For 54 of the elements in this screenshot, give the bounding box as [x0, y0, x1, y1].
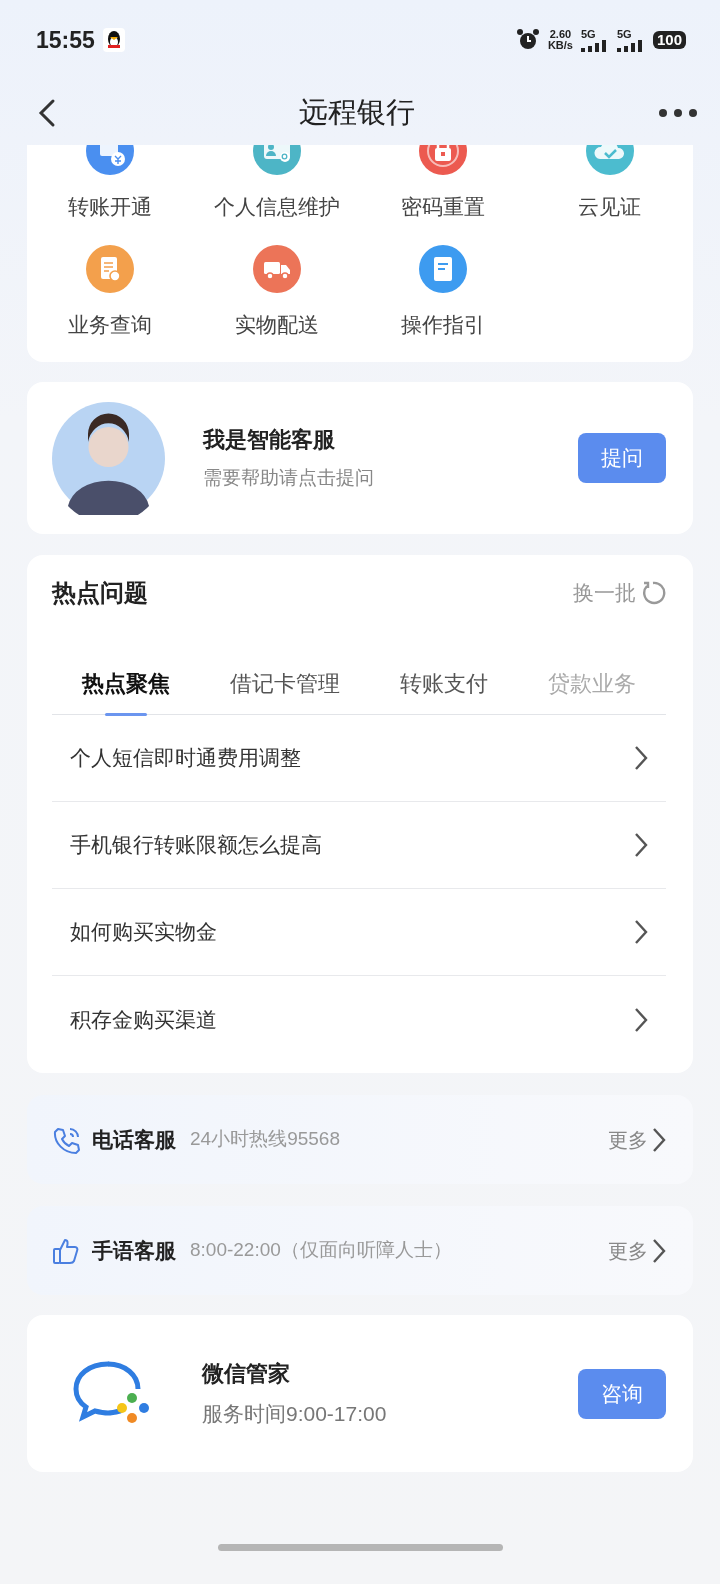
category-tab[interactable]: 借记卡管理	[230, 667, 340, 714]
assistant-subtitle: 需要帮助请点击提问	[203, 466, 375, 491]
contact-detail: 24小时热线95568	[190, 1127, 341, 1152]
battery-indicator: 100	[652, 30, 686, 50]
back-icon[interactable]	[38, 97, 56, 128]
refresh-icon	[640, 580, 666, 606]
section-title: 热点问题	[52, 578, 148, 608]
question-text: 如何购买实物金	[70, 919, 217, 946]
category-tab[interactable]: 转账支付	[400, 667, 488, 714]
network-type: 5G	[580, 28, 597, 40]
service-icon[interactable]	[86, 145, 135, 175]
chevron-icon	[652, 1126, 666, 1153]
service-icon[interactable]	[86, 244, 135, 293]
chevron-icon	[634, 919, 648, 945]
question-item[interactable]: 如何购买实物金	[52, 889, 666, 976]
service-icon[interactable]	[419, 145, 468, 175]
chevron-icon	[634, 832, 648, 858]
network-type: 5G	[616, 28, 633, 40]
chevron-icon	[634, 1006, 648, 1033]
status-time: 15:55	[36, 25, 95, 55]
wechat-title: 微信管家	[202, 1360, 291, 1389]
signal-icon	[616, 39, 645, 52]
question-item[interactable]: 积存金购买渠道	[52, 976, 666, 1063]
contact-detail: 8:00-22:00（仅面向听障人士）	[190, 1238, 453, 1263]
service-label[interactable]: 密码重置	[401, 191, 486, 223]
category-tab[interactable]: 热点聚焦	[82, 667, 170, 714]
service-hours: 服务时间9:00-17:00	[202, 1401, 388, 1428]
question-text: 积存金购买渠道	[70, 1006, 217, 1033]
service-label[interactable]: 个人信息维护	[213, 191, 340, 223]
service-label[interactable]: 操作指引	[401, 308, 486, 340]
question-item[interactable]: 手机银行转账限额怎么提高	[52, 802, 666, 889]
chevron-icon	[652, 1237, 666, 1264]
chevron-icon	[634, 745, 648, 771]
service-label[interactable]: 实物配送	[234, 308, 319, 340]
service-icon[interactable]	[419, 244, 468, 293]
service-icon[interactable]	[252, 145, 301, 175]
page-title: 远程银行	[299, 94, 415, 130]
network-speed: 2.60	[549, 29, 572, 40]
speed-unit: KB/s	[547, 40, 573, 51]
assistant-title: 我是智能客服	[203, 426, 336, 455]
service-label[interactable]: 业务查询	[68, 308, 153, 340]
service-label[interactable]: 转账开通	[68, 191, 153, 223]
contact-title: 电话客服	[92, 1126, 176, 1153]
question-item[interactable]: 个人短信即时通费用调整	[52, 715, 666, 802]
question-text: 手机银行转账限额怎么提高	[70, 832, 322, 859]
contact-title: 手语客服	[92, 1237, 176, 1264]
signal-icon	[580, 39, 609, 52]
service-label[interactable]: 云见证	[578, 191, 642, 223]
more-icon[interactable]	[658, 107, 698, 118]
service-icon[interactable]	[252, 244, 301, 293]
alarm-icon	[515, 28, 540, 52]
service-icon[interactable]	[585, 145, 634, 175]
penguin-icon	[102, 28, 125, 52]
question-text: 个人短信即时通费用调整	[70, 745, 301, 772]
